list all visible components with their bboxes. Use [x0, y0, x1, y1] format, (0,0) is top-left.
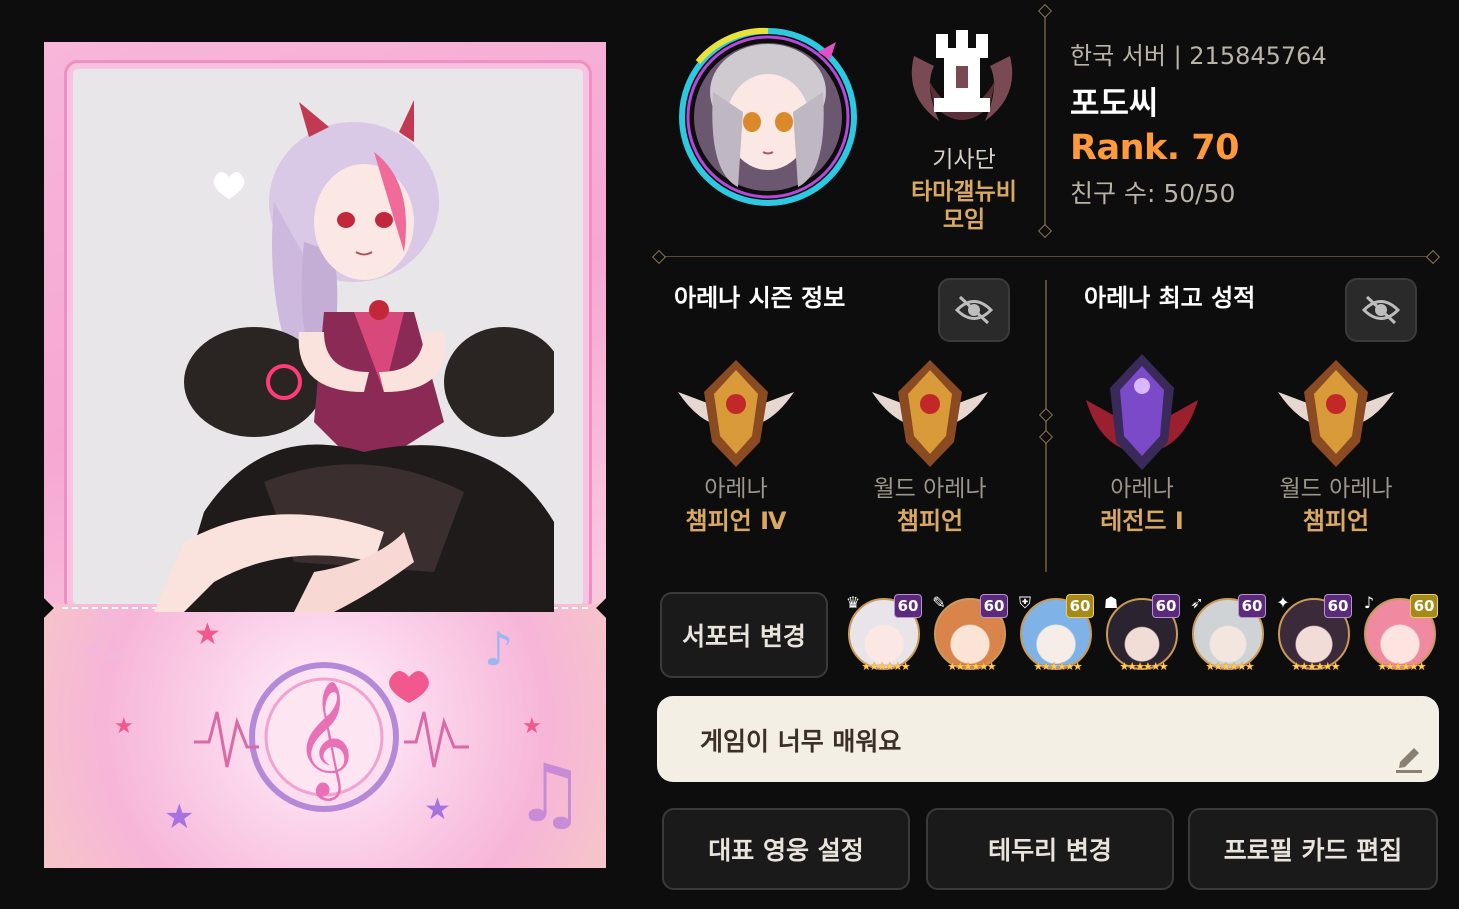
champion-badge-icon	[678, 360, 794, 467]
supporter-hero[interactable]: ♪ 60 ★★★★★★	[1360, 593, 1440, 674]
wizard-hat-icon: ✦	[1276, 593, 1290, 612]
hero-level: 60	[1324, 594, 1352, 618]
supporter-hero[interactable]: ✎ 60 ★★★★★★	[930, 593, 1010, 674]
feather-icon: ✎	[932, 593, 946, 612]
hero-stars: ★★★★★★	[1205, 660, 1254, 673]
star-decoration-icon: ★	[164, 797, 195, 837]
player-nickname: 포도씨	[1070, 84, 1159, 122]
server-info: 한국 서버 | 215845764	[1070, 42, 1327, 70]
star-decoration-icon: ★	[194, 617, 221, 652]
hero-stars: ★★★★★★	[861, 660, 910, 673]
shield-icon: ⛨	[1018, 593, 1031, 612]
supporter-hero[interactable]: ♛ 60 ★★★★★★	[844, 593, 924, 674]
supporter-list: ♛ 60 ★★★★★★ ✎ 60 ★★★★★★ ⛨ 60 ★★★★★★ ☗ 60…	[844, 593, 1440, 678]
guild-name[interactable]: 타마갤뉴비 모임	[896, 178, 1032, 234]
badge-rank: 챔피언	[896, 507, 964, 535]
music-note-icon: ♫	[514, 747, 586, 840]
player-rank: Rank. 70	[1070, 128, 1239, 168]
guild-emblem-icon	[911, 30, 1013, 121]
svg-text:𝄞: 𝄞	[294, 679, 353, 801]
character-illustration	[154, 100, 554, 612]
arena-best-title: 아레나 최고 성적	[1084, 284, 1256, 312]
hide-season-button[interactable]	[938, 278, 1010, 342]
music-note-icon: ♫	[74, 597, 132, 671]
champion-badge-icon	[872, 360, 988, 467]
divider-ornament	[1425, 249, 1441, 265]
hero-stars: ★★★★★★	[947, 660, 996, 673]
badge-rank: 레전드 Ⅰ	[1100, 507, 1184, 535]
hero-stars: ★★★★★★	[1033, 660, 1082, 673]
bow-icon: ➶	[1190, 593, 1204, 612]
arena-season-title: 아레나 시즌 정보	[674, 284, 846, 312]
arena-divider	[1045, 280, 1047, 572]
hero-stars: ★★★★★★	[1119, 660, 1168, 673]
section-divider	[658, 256, 1436, 257]
eye-off-icon	[1361, 295, 1401, 325]
music-icon: ♪	[1363, 593, 1375, 612]
hood-icon: ☗	[1103, 593, 1119, 612]
hero-level: 60	[1152, 594, 1180, 618]
star-decoration-icon: ★	[522, 714, 542, 739]
hero-level: 60	[980, 594, 1008, 618]
star-decoration-icon: ★	[424, 792, 451, 827]
profile-comment-text: 게임이 너무 매워요	[700, 727, 902, 756]
crown-icon: ♛	[845, 593, 861, 612]
guild-name-line2: 모임	[942, 207, 986, 233]
player-avatar[interactable]	[668, 22, 868, 212]
divider-ornament	[651, 249, 667, 265]
champion-badge-icon	[1278, 360, 1394, 467]
legend-badge-icon	[1086, 354, 1198, 470]
badge-rank: 챔피언	[1302, 507, 1370, 535]
change-supporter-button[interactable]: 서포터 변경	[660, 592, 828, 678]
eye-off-icon	[954, 295, 994, 325]
hero-level: 60	[1238, 594, 1266, 618]
supporter-hero[interactable]: ➶ 60 ★★★★★★	[1188, 593, 1268, 674]
hero-stars: ★★★★★★	[1377, 660, 1426, 673]
guild-label: 기사단	[932, 147, 996, 173]
hero-stars: ★★★★★★	[1291, 660, 1340, 673]
pencil-icon[interactable]	[1394, 740, 1424, 774]
hero-level: 60	[1410, 594, 1438, 618]
divider-ornament	[1037, 223, 1053, 239]
divider-ornament	[1038, 407, 1054, 423]
badge-rank: 챔피언 Ⅳ	[685, 507, 787, 535]
divider-ornament	[1037, 3, 1053, 19]
guild-name-line1: 타마갤뉴비	[911, 179, 1017, 205]
header-divider	[1044, 10, 1046, 230]
badge-label: 월드 아레나	[1279, 476, 1393, 502]
badge-label: 아레나	[1110, 476, 1174, 502]
badge-label: 아레나	[704, 476, 768, 502]
change-border-button[interactable]: 테두리 변경	[926, 808, 1174, 890]
star-decoration-icon: ★	[114, 714, 134, 739]
music-note-icon: ♪	[484, 622, 514, 676]
set-representative-hero-button[interactable]: 대표 영웅 설정	[662, 808, 910, 890]
edit-profile-card-button[interactable]: 프로필 카드 편집	[1188, 808, 1438, 890]
divider-ornament	[1038, 429, 1054, 445]
friend-count: 친구 수: 50/50	[1070, 179, 1236, 208]
supporter-hero[interactable]: ☗ 60 ★★★★★★	[1102, 593, 1182, 674]
hero-level: 60	[894, 594, 922, 618]
badge-label: 월드 아레나	[873, 476, 987, 502]
profile-card[interactable]: 𝄞 ★ ♫ ♪ ★ ★ ★ ★ ♫	[44, 42, 606, 868]
supporter-hero[interactable]: ⛨ 60 ★★★★★★	[1016, 593, 1096, 674]
supporter-hero[interactable]: ✦ 60 ★★★★★★	[1274, 593, 1354, 674]
hero-level: 60	[1066, 594, 1094, 618]
hide-best-button[interactable]	[1345, 278, 1417, 342]
